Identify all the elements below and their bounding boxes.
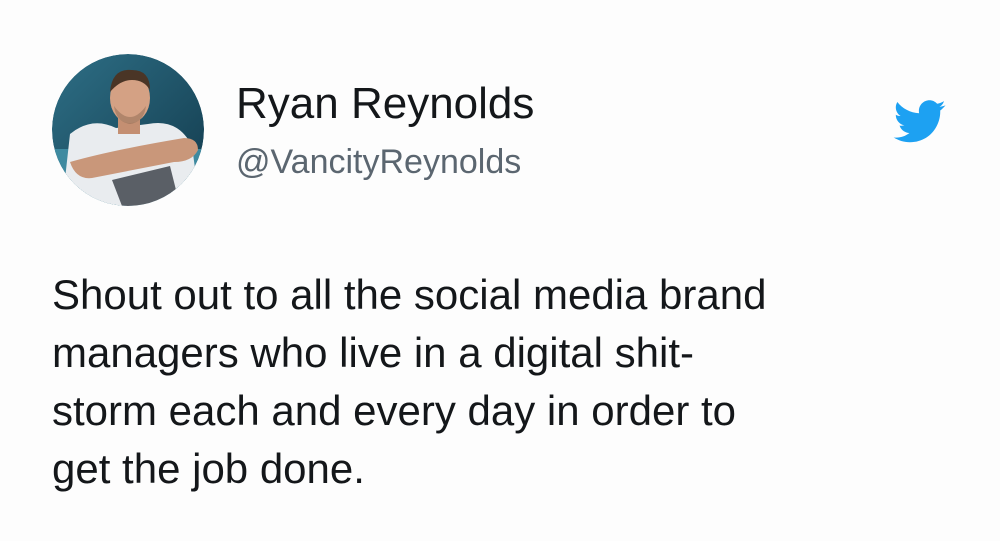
tweet-text: Shout out to all the social media brand … xyxy=(52,266,952,498)
avatar-photo-icon xyxy=(52,54,204,206)
tweet-text-line: Shout out to all the social media brand xyxy=(52,271,767,318)
tweet-card: Ryan Reynolds @VancityReynolds Shout out… xyxy=(0,0,1000,541)
avatar[interactable] xyxy=(52,54,204,206)
display-name[interactable]: Ryan Reynolds xyxy=(236,78,534,130)
tweet-text-line: get the job done. xyxy=(52,445,365,492)
tweet-text-line: managers who live in a digital shit- xyxy=(52,329,694,376)
user-handle[interactable]: @VancityReynolds xyxy=(236,142,521,182)
twitter-bird-icon[interactable] xyxy=(893,100,947,144)
tweet-text-line: storm each and every day in order to xyxy=(52,387,737,434)
